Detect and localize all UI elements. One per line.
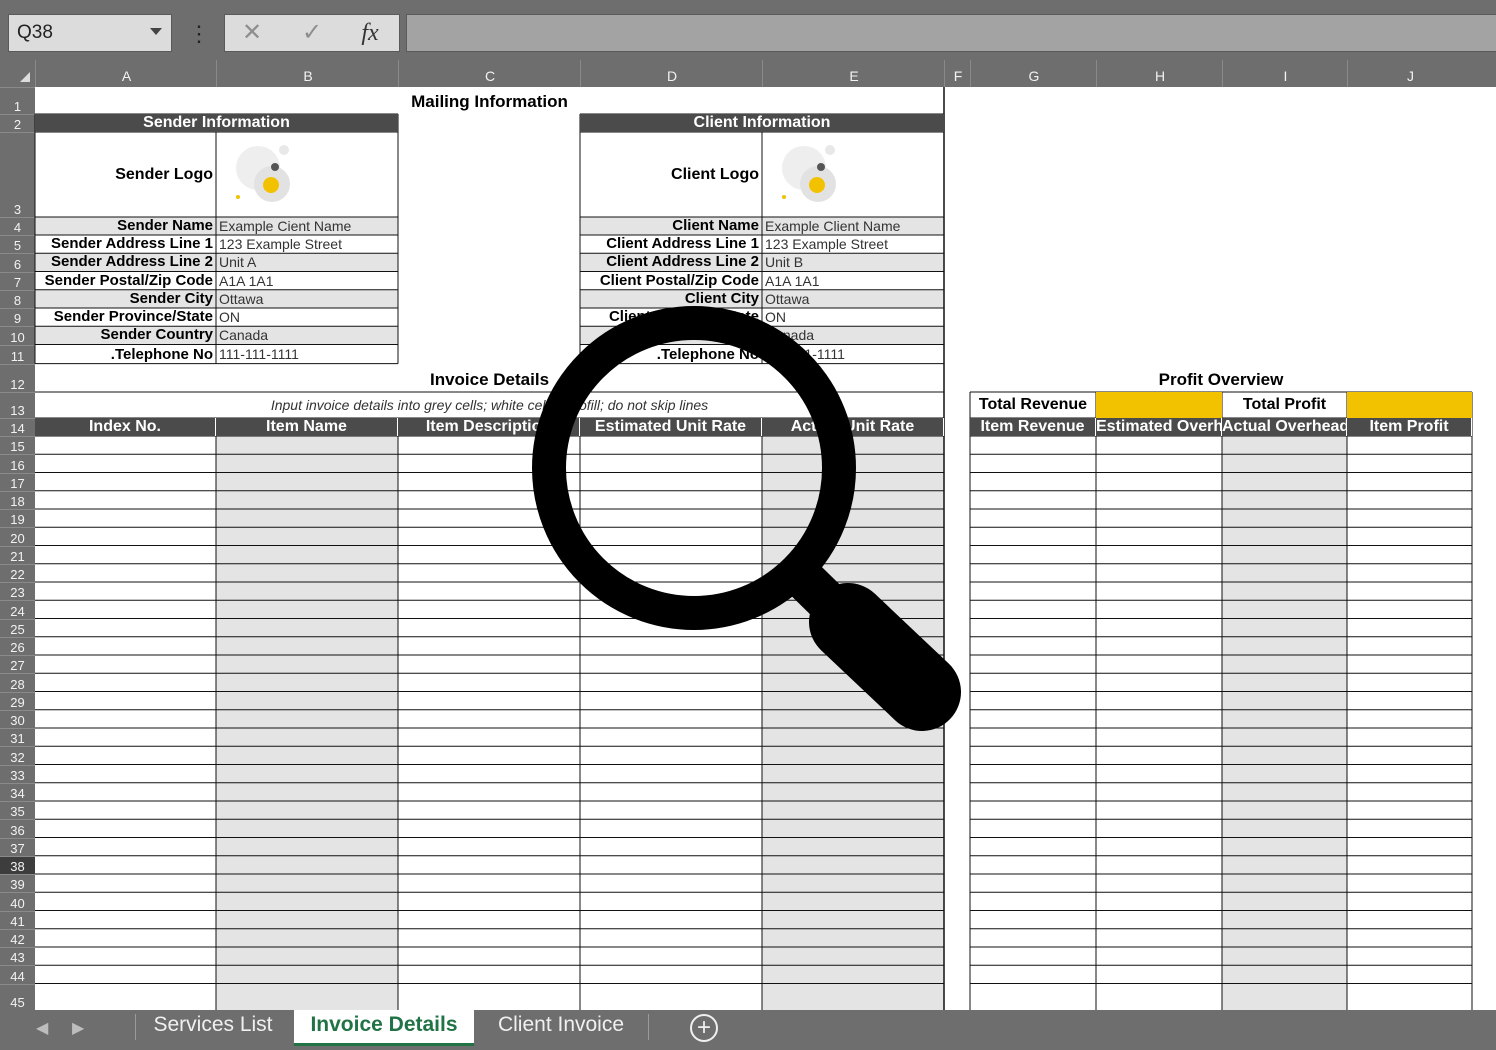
input-gray-column	[762, 436, 944, 1010]
client-field-value[interactable]: ON	[762, 308, 944, 326]
sender-field-value[interactable]: A1A 1A1	[216, 272, 398, 290]
client-logo-image	[782, 145, 836, 202]
client-field-label[interactable]: Client Province/State	[580, 308, 762, 326]
invoice-header[interactable]: Index No.	[35, 418, 216, 436]
invoice-header[interactable]: Item Description	[398, 418, 580, 436]
client-header[interactable]: Client Information	[580, 114, 944, 132]
client-field-label[interactable]: Client Address Line 1	[580, 235, 762, 253]
sender-field-label[interactable]: Sender City	[35, 290, 216, 308]
sender-logo-image	[236, 145, 290, 202]
sender-header[interactable]: Sender Information	[35, 114, 398, 132]
sender-field-label[interactable]: Sender Address Line 1	[35, 235, 216, 253]
sender-field-value[interactable]: Canada	[216, 326, 398, 344]
client-field-label[interactable]: Client City	[580, 290, 762, 308]
invoice-header[interactable]: Estimated Unit Rate	[580, 418, 762, 436]
tab-invoice-details[interactable]: Invoice Details	[294, 1010, 474, 1046]
invoice-note[interactable]: Input invoice details into grey cells; w…	[35, 392, 944, 418]
sender-field-label[interactable]: Telephone No.	[35, 345, 216, 364]
sender-field-value[interactable]: Example Cient Name	[216, 217, 398, 235]
profit-header[interactable]: Item Profit	[1347, 418, 1472, 436]
client-field-value[interactable]: Ottawa	[762, 290, 944, 308]
profit-header[interactable]: Estimated Overhead	[1096, 418, 1222, 436]
client-field-value[interactable]: Canada	[762, 326, 944, 344]
invoice-header[interactable]: Item Name	[216, 418, 398, 436]
mailing-title[interactable]: Mailing Information	[35, 87, 944, 114]
sender-field-value[interactable]: 111-111-1111	[216, 345, 398, 364]
profit-header[interactable]: Actual Overhead	[1222, 418, 1347, 436]
tab-prev-icon[interactable]: ◀	[36, 1018, 48, 1038]
input-gray-column	[1222, 436, 1347, 1010]
client-logo-label[interactable]: Client Logo	[580, 132, 762, 217]
total-profit-label[interactable]: Total Profit	[1222, 392, 1347, 418]
sender-field-value[interactable]: Ottawa	[216, 290, 398, 308]
add-sheet-icon[interactable]: +	[690, 1014, 718, 1042]
sender-field-value[interactable]: Unit A	[216, 253, 398, 271]
client-field-value[interactable]: 123 Example Street	[762, 235, 944, 253]
tab-next-icon[interactable]: ▶	[72, 1018, 84, 1038]
sender-field-label[interactable]: Sender Province/State	[35, 308, 216, 326]
client-field-value[interactable]: Example Client Name	[762, 217, 944, 235]
tab-separator	[648, 1014, 649, 1040]
sender-field-label[interactable]: Sender Postal/Zip Code	[35, 272, 216, 290]
total-revenue-value[interactable]	[1096, 392, 1222, 418]
invoice-title[interactable]: Invoice Details	[35, 364, 944, 392]
client-field-value[interactable]: A1A 1A1	[762, 272, 944, 290]
sender-field-label[interactable]: Sender Name	[35, 217, 216, 235]
input-gray-column	[216, 436, 398, 1010]
sender-field-label[interactable]: Sender Country	[35, 326, 216, 344]
sender-field-value[interactable]: 123 Example Street	[216, 235, 398, 253]
sender-field-label[interactable]: Sender Address Line 2	[35, 253, 216, 271]
client-field-label[interactable]: Client Name	[580, 217, 762, 235]
total-revenue-label[interactable]: Total Revenue	[970, 392, 1096, 418]
client-field-value[interactable]: Unit B	[762, 253, 944, 271]
sender-logo-label[interactable]: Sender Logo	[35, 132, 216, 217]
client-field-label[interactable]: Client Postal/Zip Code	[580, 272, 762, 290]
client-field-label[interactable]: Client Address Line 2	[580, 253, 762, 271]
tab-client-invoice[interactable]: Client Invoice	[480, 1010, 642, 1043]
client-field-label[interactable]: Client Country	[580, 326, 762, 344]
client-field-label[interactable]: Telephone No.	[580, 345, 762, 364]
profit-header[interactable]: Item Revenue	[970, 418, 1096, 436]
client-field-value[interactable]: 111-111-1111	[762, 345, 944, 364]
total-profit-value[interactable]	[1347, 392, 1472, 418]
sender-field-value[interactable]: ON	[216, 308, 398, 326]
tab-separator	[135, 1014, 136, 1040]
invoice-header[interactable]: Actual Unit Rate	[762, 418, 944, 436]
profit-title[interactable]: Profit Overview	[970, 364, 1472, 392]
tab-services-list[interactable]: Services List	[140, 1010, 286, 1043]
